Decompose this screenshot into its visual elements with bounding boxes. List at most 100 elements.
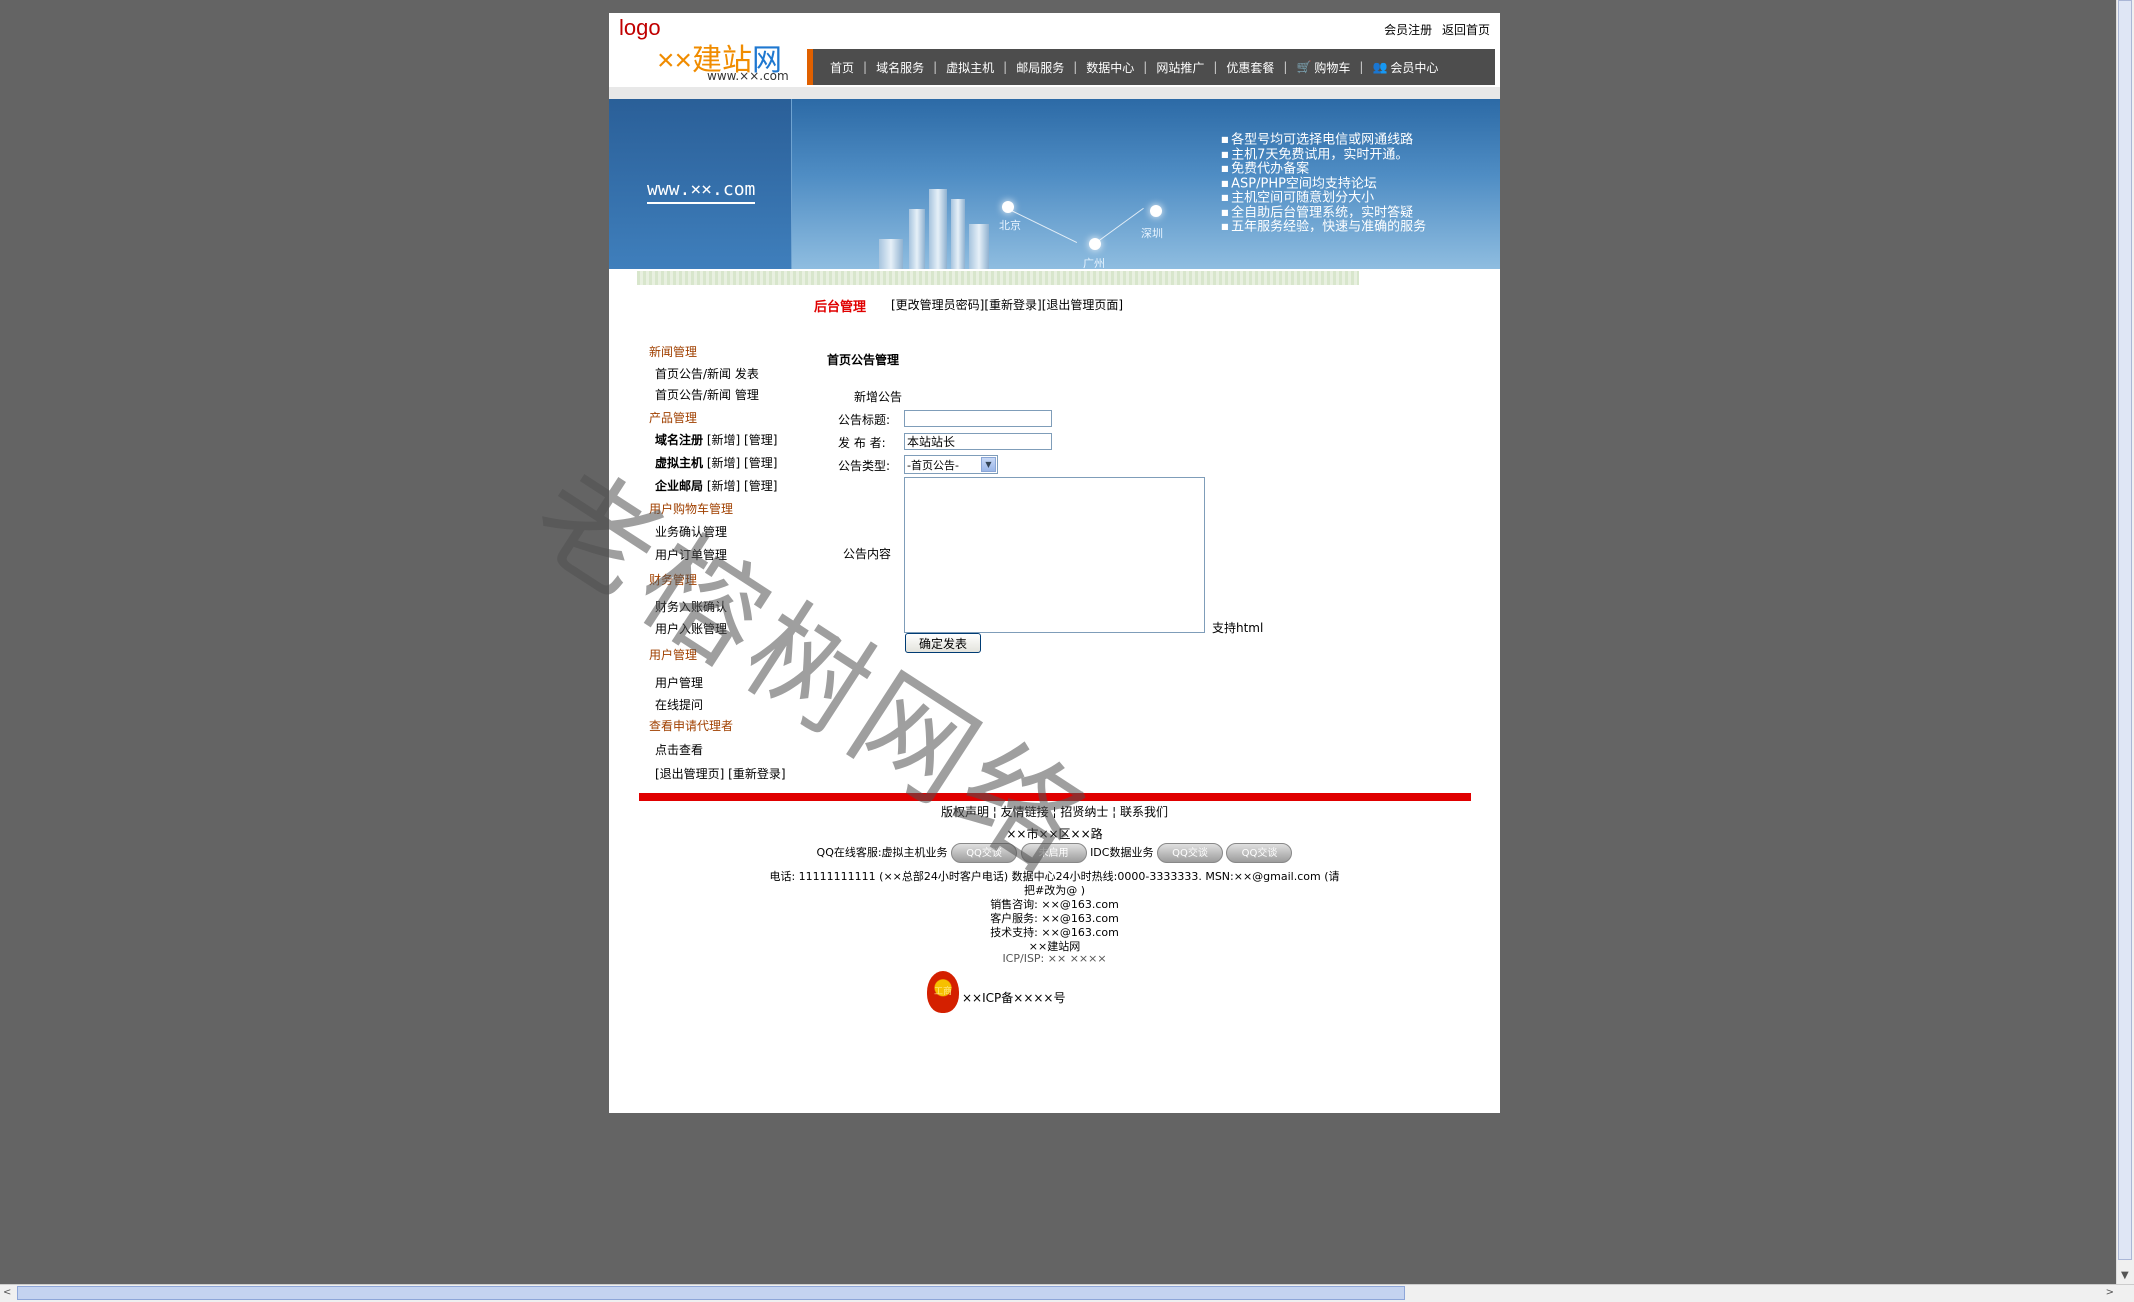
type-label: 公告类型: — [838, 459, 891, 473]
city-label-guangzhou: 广州 — [1083, 257, 1105, 269]
footer-qq-row: QQ在线客服:虚拟主机业务 QQ交谈 未启用 IDC数据业务 QQ交谈 QQ交谈 — [609, 843, 1500, 863]
content-textarea[interactable] — [904, 477, 1205, 633]
register-link[interactable]: 会员注册 — [1384, 23, 1432, 37]
horizontal-scrollbar[interactable]: < > — [0, 1284, 2134, 1302]
feature-item: 全自助后台管理系统，实时答疑 — [1221, 206, 1426, 221]
business-badge-icon[interactable]: 工商 — [927, 971, 959, 1013]
feature-item: ASP/PHP空间均支持论坛 — [1221, 177, 1426, 192]
footer-link-jobs[interactable]: 招贤纳士 — [1060, 805, 1108, 819]
footer-link-copyright[interactable]: 版权声明 — [941, 805, 989, 819]
sidebar-cat-cart: 用户购物车管理 — [649, 502, 734, 516]
logout-link[interactable]: [退出管理页面] — [1042, 298, 1123, 312]
author-label: 发 布 者: — [838, 436, 886, 450]
form-heading: 首页公告管理 — [827, 353, 900, 367]
feature-item: 免费代办备案 — [1221, 162, 1426, 177]
top-links: 会员注册 返回首页 — [1378, 21, 1490, 38]
qq-chat-button[interactable]: QQ交谈 — [1226, 843, 1293, 863]
footer-icp: ICP/ISP: ×× ×××× — [1002, 952, 1107, 965]
html-support-note: 支持html — [1212, 621, 1264, 635]
main-nav: 首页 | 域名服务 | 虚拟主机 | 邮局服务 | 数据中心 | 网站推广 | 优惠套餐 | … — [807, 49, 1495, 85]
scroll-right-icon[interactable]: > — [2106, 1287, 2114, 1298]
qq-chat-button[interactable]: QQ交谈 — [951, 843, 1018, 863]
nav-mail[interactable]: 邮局服务 — [1007, 59, 1073, 76]
change-password-link[interactable]: [更改管理员密码] — [891, 298, 984, 312]
sidebar-domain-manage[interactable]: [管理] — [744, 433, 777, 447]
feature-item: 主机7天免费试用，实时开通。 — [1221, 148, 1426, 163]
content-label: 公告内容 — [843, 547, 892, 561]
sidebar-agent-view[interactable]: 点击查看 — [655, 741, 703, 758]
cart-icon: 🛒 — [1296, 60, 1312, 74]
building-graphic — [929, 189, 947, 269]
footer-address: ××市××区××路 — [1006, 827, 1103, 841]
sidebar-logout-links[interactable]: [退出管理页] [重新登录] — [655, 765, 786, 782]
brand-prefix: ×× — [657, 44, 693, 77]
banner-url: www.××.com — [647, 179, 756, 204]
sidebar-user-manage[interactable]: 用户管理 — [655, 674, 703, 691]
city-dot — [1150, 205, 1162, 217]
sidebar-domain-row: 域名注册 [新增] [管理] — [655, 431, 777, 448]
sidebar-mail-row: 企业邮局 [新增] [管理] — [655, 477, 777, 494]
member-icon: 👥 — [1372, 60, 1388, 74]
qq-chat-button[interactable]: QQ交谈 — [1156, 843, 1223, 863]
nav-domain[interactable]: 域名服务 — [867, 59, 933, 76]
sidebar-host-add[interactable]: [新增] — [707, 456, 740, 470]
building-graphic — [951, 199, 965, 269]
feature-item: 五年服务经验，快速与准确的服务 — [1221, 220, 1426, 235]
nav-cart-label: 购物车 — [1314, 60, 1351, 75]
sidebar-cat-news: 新闻管理 — [649, 345, 698, 359]
sidebar-domain-add[interactable]: [新增] — [707, 433, 740, 447]
sidebar-mail-label: 企业邮局 — [655, 479, 704, 493]
banner-features: 各型号均可选择电信或网通线路 主机7天免费试用，实时开通。 免费代办备案 ASP… — [1221, 133, 1426, 235]
sidebar-cart-confirm[interactable]: 业务确认管理 — [655, 523, 727, 540]
idc-label: IDC数据业务 — [1090, 846, 1154, 859]
city-label-shenzhen: 深圳 — [1141, 227, 1163, 240]
logo[interactable]: logo — [619, 15, 661, 41]
title-input[interactable] — [904, 410, 1052, 427]
sidebar-cart-orders[interactable]: 用户订单管理 — [655, 546, 727, 563]
admin-links: [更改管理员密码][重新登录][退出管理页面] — [891, 296, 1123, 313]
nav-member[interactable]: 👥 会员中心 — [1363, 59, 1447, 76]
divider-bar — [637, 271, 1359, 285]
type-select[interactable]: -首页公告- ▼ — [904, 455, 998, 474]
horizontal-scroll-thumb[interactable] — [17, 1286, 1405, 1300]
vertical-scrollbar[interactable]: ▼ — [2116, 0, 2134, 1285]
banner: www.××.com 北京 深圳 广州 各型号均可选择电信或网通线路 主机7天免… — [609, 99, 1500, 269]
nav-datacenter[interactable]: 数据中心 — [1077, 59, 1143, 76]
sidebar-news-publish[interactable]: 首页公告/新闻 发表 — [655, 365, 759, 382]
building-graphic — [879, 239, 903, 269]
author-input[interactable] — [904, 433, 1052, 450]
page-container: logo ××建站网 www.××.com 会员注册 返回首页 首页 | 域名服务… — [609, 13, 1500, 1113]
sidebar-finance-confirm[interactable]: 财务入账确认 — [655, 598, 727, 615]
scroll-left-icon[interactable]: < — [3, 1287, 11, 1298]
feature-item: 各型号均可选择电信或网通线路 — [1221, 133, 1426, 148]
nav-packages[interactable]: 优惠套餐 — [1217, 59, 1283, 76]
footer-link-friends[interactable]: 友情链接 — [1001, 805, 1049, 819]
sidebar-mail-add[interactable]: [新增] — [707, 479, 740, 493]
footer-icp-number[interactable]: ××ICP备××××号 — [962, 989, 1065, 1006]
sidebar-domain-label: 域名注册 — [655, 433, 704, 447]
city-dot — [1089, 238, 1101, 250]
sidebar-cat-product: 产品管理 — [649, 411, 698, 425]
building-graphic — [909, 209, 925, 269]
sidebar-news-manage[interactable]: 首页公告/新闻 管理 — [655, 386, 759, 403]
submit-button[interactable]: 确定发表 — [905, 633, 981, 653]
sidebar-host-row: 虚拟主机 [新增] [管理] — [655, 454, 777, 471]
scroll-down-icon[interactable]: ▼ — [2121, 1270, 2129, 1281]
sidebar-finance-user[interactable]: 用户入账管理 — [655, 620, 727, 637]
sidebar-user-ask[interactable]: 在线提问 — [655, 696, 703, 713]
nav-cart[interactable]: 🛒 购物车 — [1287, 59, 1359, 76]
sidebar-host-manage[interactable]: [管理] — [744, 456, 777, 470]
nav-hosting[interactable]: 虚拟主机 — [937, 59, 1003, 76]
footer-link-contact[interactable]: 联系我们 — [1120, 805, 1168, 819]
vertical-scroll-thumb[interactable] — [2118, 0, 2132, 1260]
nav-promotion[interactable]: 网站推广 — [1147, 59, 1213, 76]
qq-label: QQ在线客服:虚拟主机业务 — [816, 846, 948, 859]
home-link[interactable]: 返回首页 — [1442, 23, 1490, 37]
qq-disabled-button[interactable]: 未启用 — [1020, 843, 1087, 863]
nav-home[interactable]: 首页 — [821, 59, 863, 76]
title-label: 公告标题: — [838, 413, 891, 427]
chevron-down-icon[interactable]: ▼ — [981, 457, 996, 472]
relogin-link[interactable]: [重新登录] — [984, 298, 1041, 312]
sidebar-mail-manage[interactable]: [管理] — [744, 479, 777, 493]
sidebar-cat-agent: 查看申请代理者 — [649, 719, 734, 733]
